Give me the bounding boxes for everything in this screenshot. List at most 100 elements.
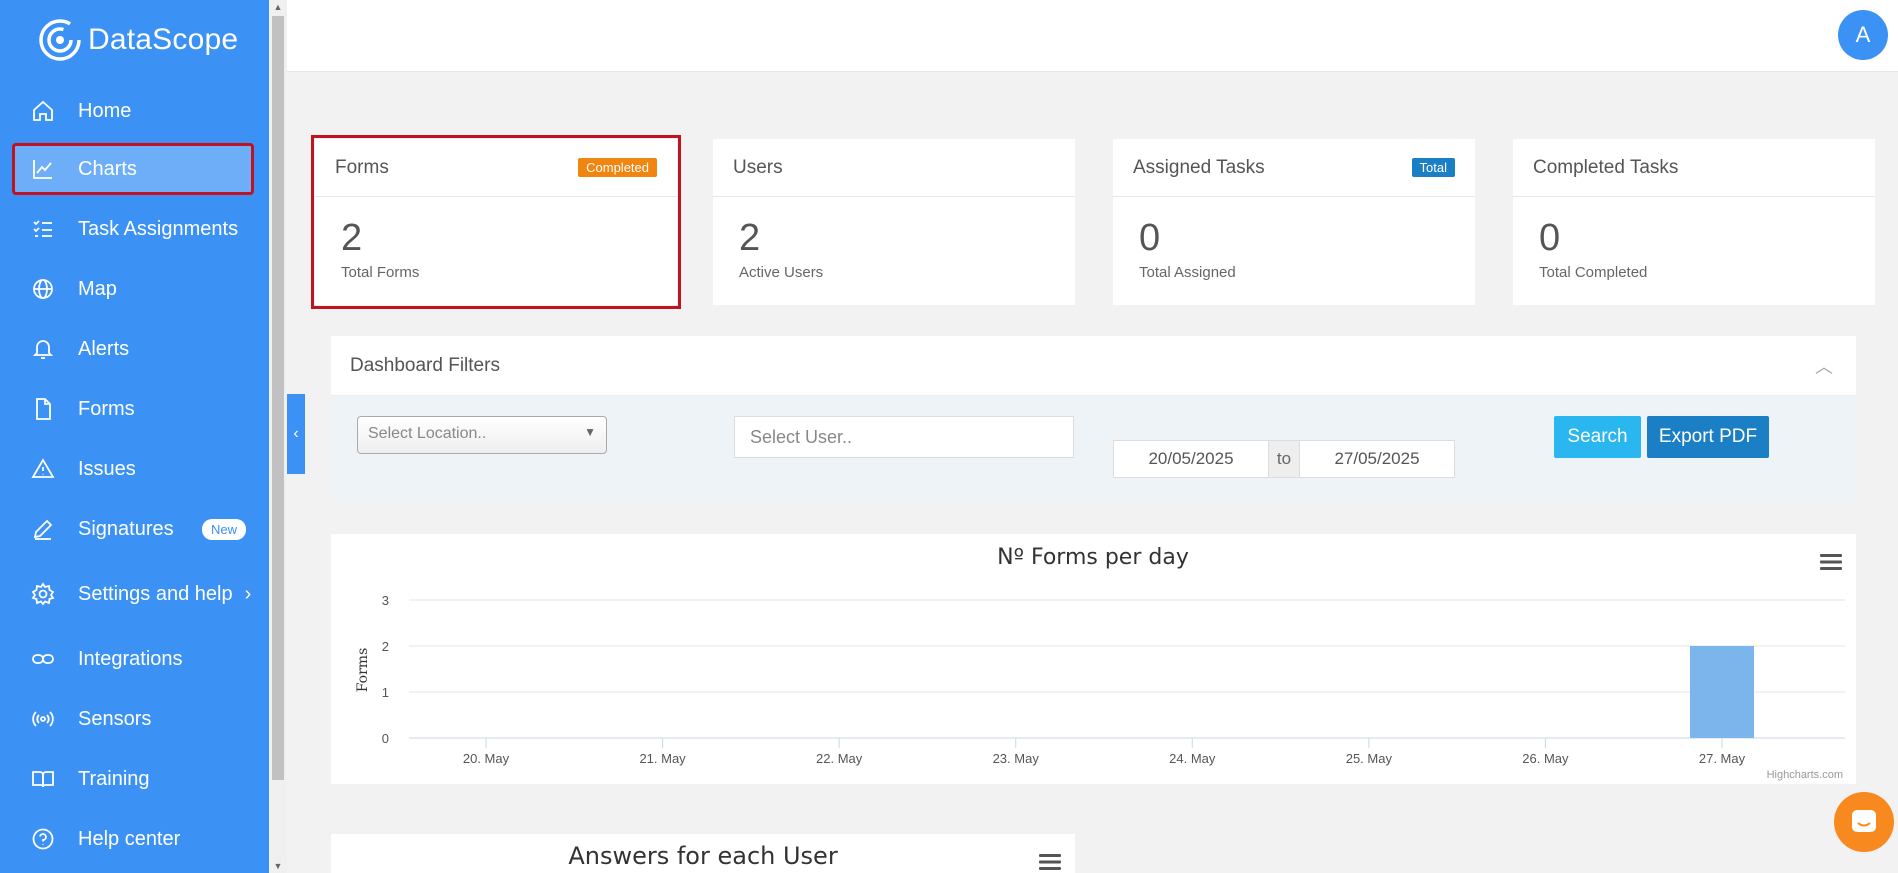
datascope-logo-icon — [39, 19, 81, 61]
y-tick-label: 2 — [382, 639, 389, 654]
link-icon — [30, 646, 56, 672]
date-to-input[interactable]: 27/05/2025 — [1300, 441, 1454, 477]
scroll-up-arrow-icon[interactable]: ▲ — [273, 2, 283, 12]
chart-title: Nº Forms per day — [997, 545, 1189, 570]
chart-menu-icon[interactable] — [1039, 853, 1061, 871]
filters-title: Dashboard Filters — [350, 354, 500, 376]
stat-card-forms[interactable]: Forms Completed 2 Total Forms — [311, 135, 681, 309]
date-range: 20/05/2025 to 27/05/2025 — [1113, 440, 1455, 478]
card-label: Total Forms — [341, 264, 420, 281]
chart-credits[interactable]: Highcharts.com — [1767, 769, 1843, 781]
chevron-up-icon[interactable]: ︿ — [1815, 353, 1833, 379]
y-tick-label: 1 — [382, 685, 389, 700]
chart-menu-icon[interactable] — [1820, 553, 1842, 571]
sidebar-item-forms[interactable]: Forms — [14, 385, 252, 433]
bar[interactable] — [1690, 646, 1754, 738]
sidebar-item-label: Sensors — [78, 707, 152, 730]
sidebar-item-label: Training — [78, 767, 150, 790]
sidebar-item-alerts[interactable]: Alerts — [14, 325, 252, 373]
forms-per-day-chart-panel: Nº Forms per day Forms 20. May 21. May 22.… — [331, 534, 1856, 784]
export-pdf-button[interactable]: Export PDF — [1647, 416, 1769, 458]
card-label: Total Completed — [1539, 264, 1648, 281]
x-tick-label: 27. May — [1699, 751, 1746, 766]
card-title: Assigned Tasks — [1133, 156, 1265, 178]
card-title: Completed Tasks — [1533, 156, 1679, 178]
sidebar-item-sensors[interactable]: Sensors — [14, 695, 252, 743]
scroll-down-arrow-icon[interactable]: ▼ — [273, 861, 283, 871]
sidebar-item-signatures[interactable]: Signatures New — [14, 505, 252, 553]
x-tick-label: 25. May — [1346, 751, 1393, 766]
sidebar-item-label: Integrations — [78, 647, 183, 670]
sidebar-item-task-assignments[interactable]: Task Assignments — [14, 205, 252, 253]
card-title: Forms — [335, 156, 389, 178]
panel-title: Answers for each User — [568, 842, 838, 870]
sidebar-item-label: Alerts — [78, 337, 130, 360]
card-label: Total Assigned — [1139, 264, 1236, 281]
location-select[interactable]: Select Location.. ▼ — [357, 416, 607, 454]
sidebar-item-help-center[interactable]: Help center — [14, 815, 252, 863]
card-title: Users — [733, 156, 783, 178]
chevron-right-icon: › — [244, 582, 252, 605]
gear-icon — [30, 581, 56, 607]
pen-icon — [30, 516, 56, 542]
app-name: DataScope — [88, 23, 239, 56]
search-button[interactable]: Search — [1554, 416, 1641, 458]
card-value: 0 — [1139, 217, 1161, 259]
chat-launcher[interactable] — [1834, 792, 1894, 852]
warning-icon — [30, 456, 56, 482]
sidebar-item-label: Signatures — [78, 517, 174, 540]
dashboard-filters-panel: Dashboard Filters ︿ Select Location.. ▼ … — [331, 336, 1856, 502]
y-tick-label: 3 — [382, 593, 389, 608]
sidebar-item-home[interactable]: Home — [14, 87, 252, 135]
sensor-icon — [30, 706, 56, 732]
sidebar-scrollbar[interactable]: ▲ ▼ — [269, 0, 287, 873]
sidebar-item-label: Charts — [78, 157, 137, 180]
task-list-icon — [30, 216, 56, 242]
sidebar-item-label: Settings and help — [78, 582, 233, 605]
sidebar-item-label: Task Assignments — [78, 217, 239, 240]
scroll-thumb[interactable] — [272, 16, 284, 780]
user-select[interactable]: Select User.. — [734, 416, 1074, 458]
chart-line-icon — [30, 156, 56, 182]
x-tick-label: 20. May — [463, 751, 510, 766]
card-value: 0 — [1539, 217, 1561, 259]
sidebar-item-issues[interactable]: Issues — [14, 445, 252, 493]
total-badge: Total — [1411, 158, 1455, 177]
y-tick-label: 0 — [382, 731, 389, 746]
x-tick-label: 23. May — [993, 751, 1040, 766]
book-icon — [30, 766, 56, 792]
sidebar-collapse-toggle[interactable]: ‹ — [287, 394, 305, 474]
sidebar-item-label: Home — [78, 99, 132, 122]
sidebar-item-label: Map — [78, 277, 117, 300]
x-tick-label: 26. May — [1522, 751, 1569, 766]
sidebar-item-integrations[interactable]: Integrations — [14, 635, 252, 683]
card-value: 2 — [739, 217, 761, 259]
stat-card-completed-tasks[interactable]: Completed Tasks 0 Total Completed — [1513, 139, 1875, 305]
completed-badge: Completed — [578, 158, 657, 177]
help-icon — [30, 826, 56, 852]
sidebar-item-settings-and-help[interactable]: Settings and help › — [14, 570, 252, 618]
sidebar-item-label: Forms — [78, 397, 135, 420]
filters-header[interactable]: Dashboard Filters ︿ — [331, 336, 1856, 396]
top-bar: A — [287, 0, 1898, 72]
sidebar-item-map[interactable]: Map — [14, 265, 252, 313]
stat-card-users[interactable]: Users 2 Active Users — [713, 139, 1075, 305]
sidebar-item-label: Issues — [78, 457, 136, 480]
x-tick-label: 24. May — [1169, 751, 1216, 766]
forms-per-day-chart: Nº Forms per day Forms 20. May 21. May 22.… — [355, 545, 1845, 781]
new-badge: New — [201, 518, 246, 540]
card-label: Active Users — [739, 264, 824, 281]
card-value: 2 — [341, 217, 363, 259]
sidebar-item-training[interactable]: Training — [14, 755, 252, 803]
chat-icon — [1852, 810, 1876, 832]
bell-icon — [30, 336, 56, 362]
logo[interactable]: DataScope — [38, 18, 238, 62]
sidebar-item-charts[interactable]: Charts — [12, 143, 254, 195]
home-icon — [30, 98, 56, 124]
x-tick-label: 22. May — [816, 751, 863, 766]
sidebar: DataScope Home Charts Task Assignments M… — [0, 0, 269, 873]
answers-per-user-panel: Answers for each User — [331, 834, 1075, 873]
stat-card-assigned-tasks[interactable]: Assigned Tasks Total 0 Total Assigned — [1113, 139, 1475, 305]
avatar[interactable]: A — [1838, 10, 1888, 60]
date-from-input[interactable]: 20/05/2025 — [1114, 441, 1268, 477]
